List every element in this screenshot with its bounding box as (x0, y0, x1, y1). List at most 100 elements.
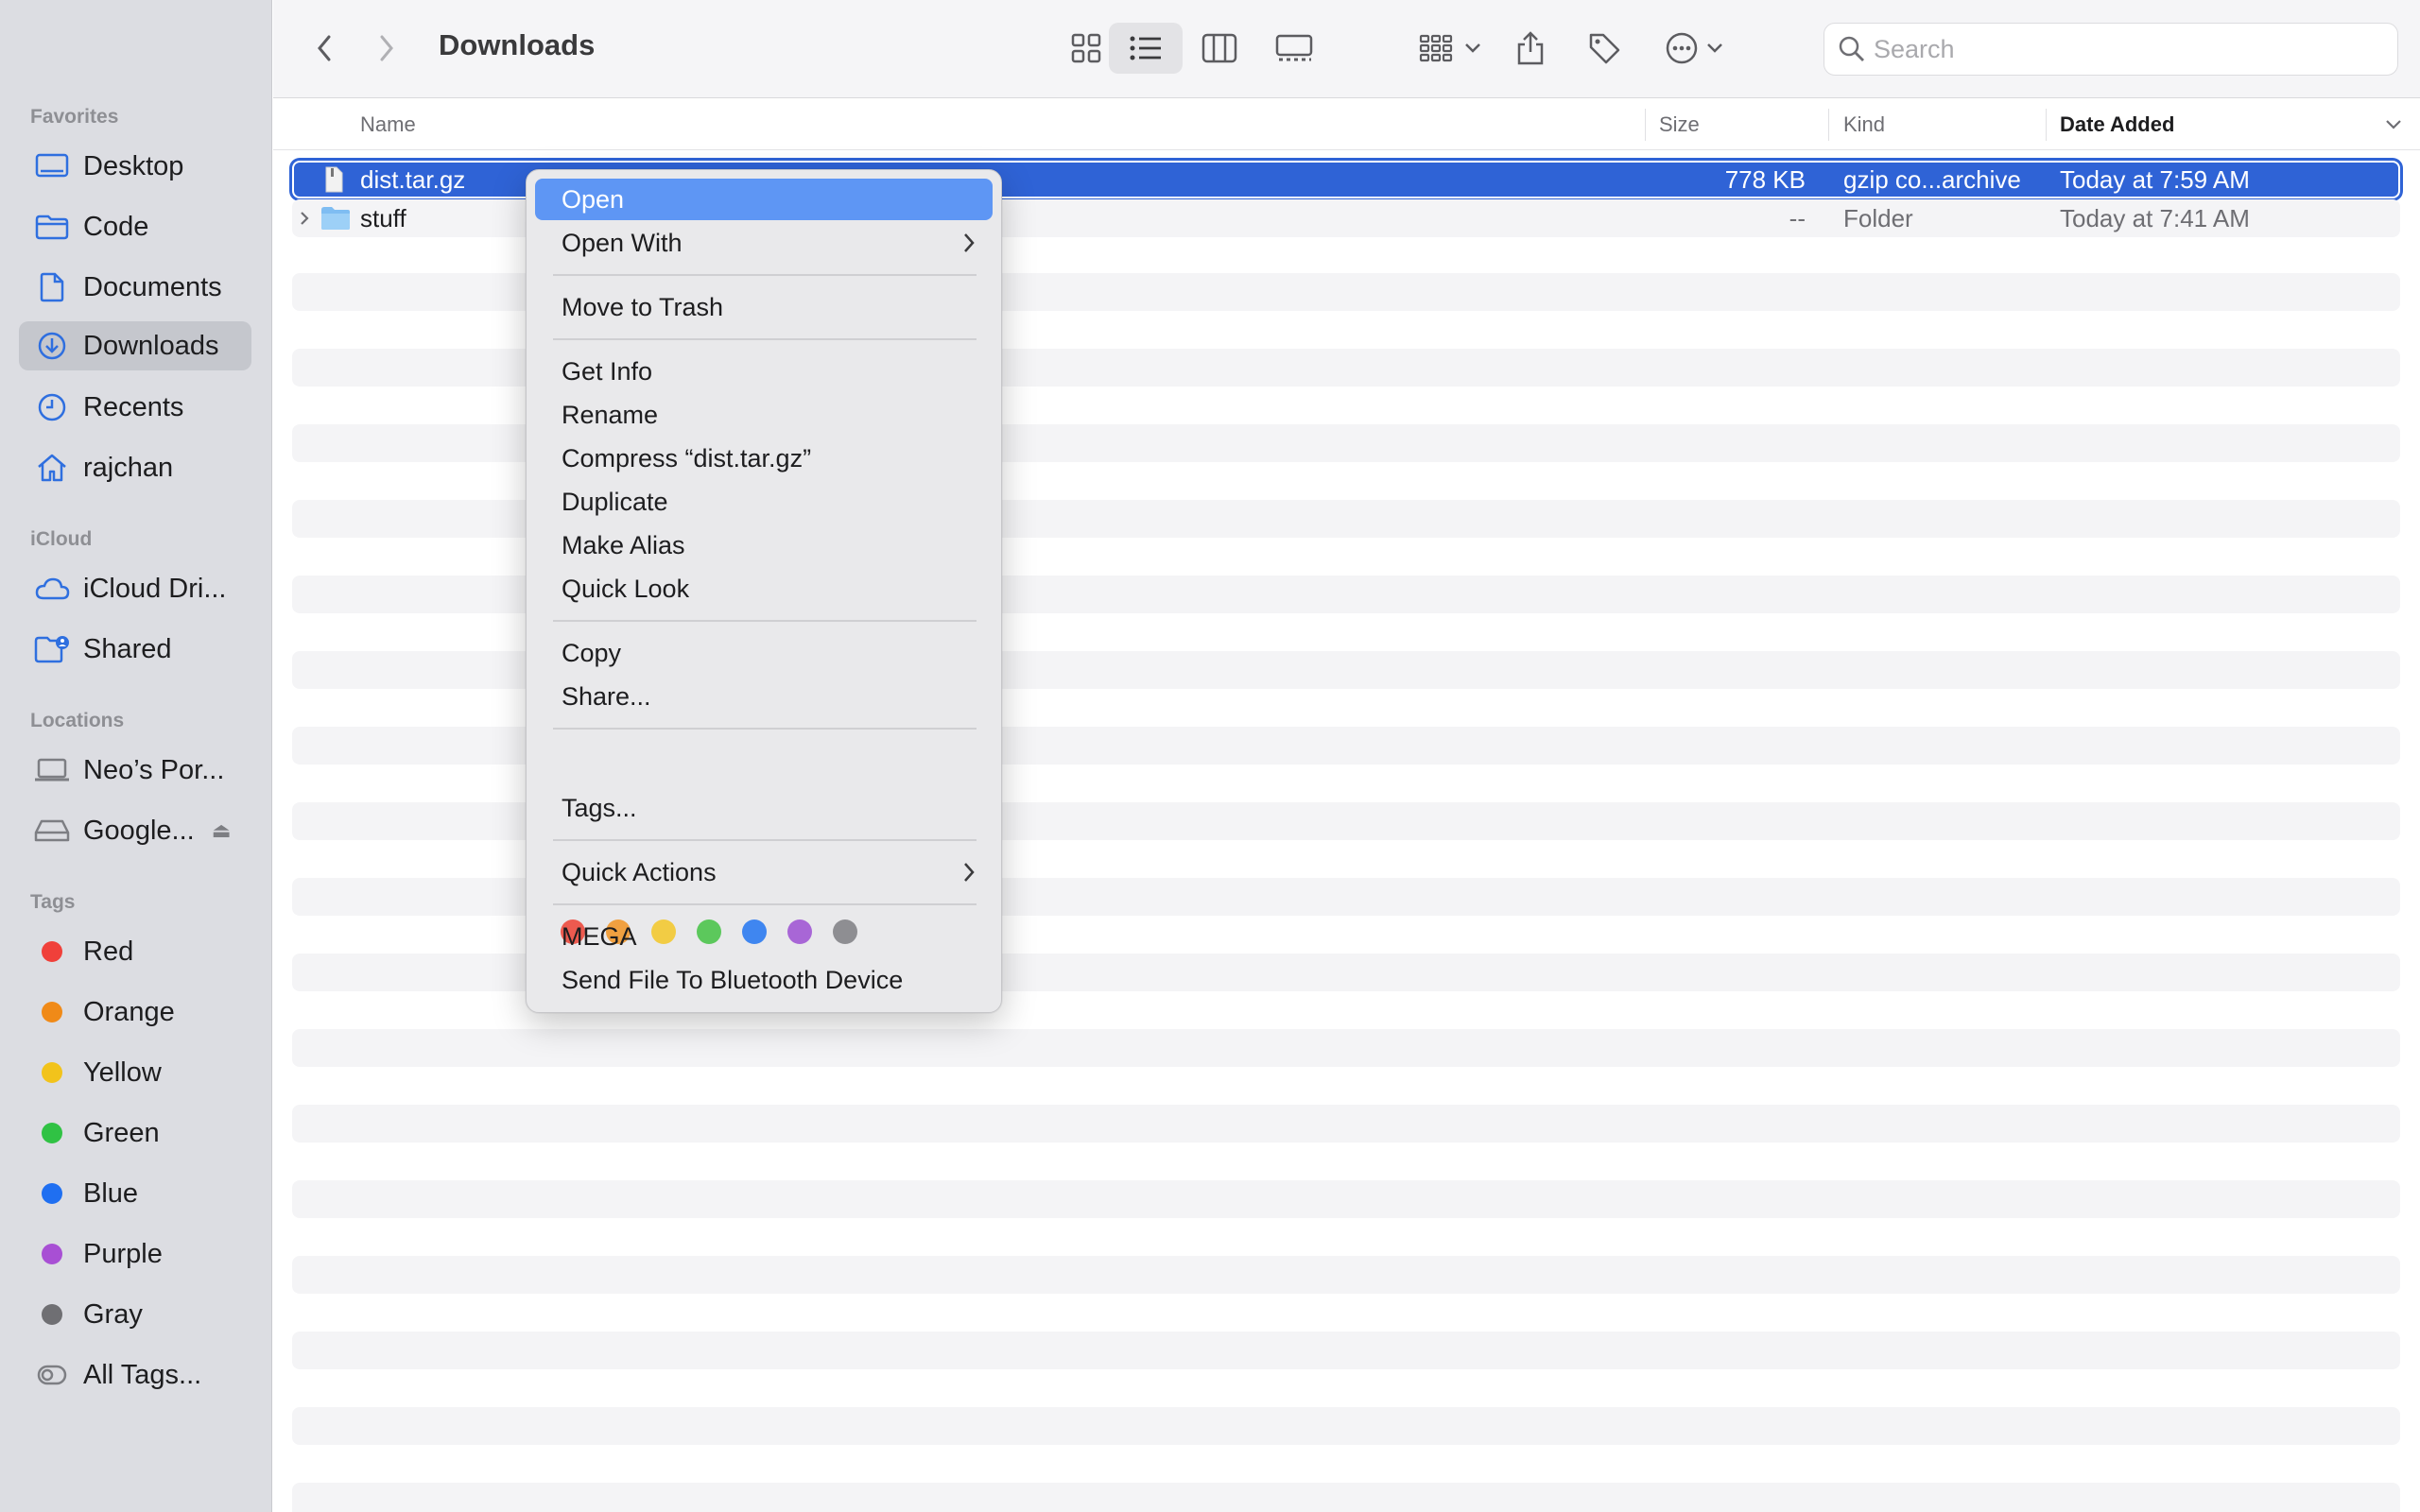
sidebar-item-label: iCloud Dri... (83, 573, 227, 604)
sidebar-item-home[interactable]: rajchan (19, 443, 251, 492)
menu-item-make-alias[interactable]: Make Alias (535, 524, 993, 566)
file-kind: gzip co...archive (1843, 164, 2021, 194)
empty-row (292, 1256, 2400, 1294)
all-tags-icon (19, 1350, 72, 1400)
sidebar-item-label: Red (83, 936, 134, 967)
sidebar-item-label: Purple (83, 1238, 163, 1269)
tag-color-icon (19, 1169, 72, 1218)
sidebar-tag-blue[interactable]: Blue (19, 1169, 251, 1218)
column-divider[interactable] (2046, 109, 2047, 141)
menu-separator (553, 274, 977, 276)
menu-item-quick-actions[interactable]: Quick Actions (535, 851, 993, 893)
sidebar-item-label: Neo’s Por... (83, 754, 225, 785)
search-field[interactable] (1824, 23, 2398, 76)
tag-color-icon (19, 988, 72, 1037)
column-kind[interactable]: Kind (1843, 99, 1885, 150)
sidebar-item-label: Orange (83, 996, 175, 1027)
menu-item-copy[interactable]: Copy (535, 632, 993, 674)
menu-item-mega[interactable]: MEGA (535, 916, 993, 957)
sidebar-tag-orange[interactable]: Orange (19, 988, 251, 1037)
column-divider[interactable] (1828, 109, 1829, 141)
sidebar-section-favorites: Favorites (30, 106, 119, 128)
search-input[interactable] (1874, 34, 2384, 64)
menu-item-open-with[interactable]: Open With (535, 222, 993, 264)
column-name[interactable]: Name (360, 99, 416, 150)
list-view-button[interactable] (1109, 23, 1183, 74)
sidebar-item-label: Documents (83, 271, 222, 302)
download-icon (19, 321, 72, 370)
group-by-button[interactable] (1408, 23, 1493, 74)
sidebar-item-label: Recents (83, 391, 184, 422)
sidebar-item-code[interactable]: Code (19, 202, 251, 251)
sidebar-section-locations: Locations (30, 710, 125, 731)
column-divider[interactable] (1645, 109, 1646, 141)
sidebar-tag-yellow[interactable]: Yellow (19, 1048, 251, 1097)
sidebar-item-label: Blue (83, 1177, 139, 1209)
sort-chevron-icon[interactable] (2385, 99, 2402, 150)
menu-item-tags[interactable]: Tags... (535, 787, 993, 829)
sidebar-item-portable[interactable]: Neo’s Por... (19, 746, 251, 795)
tag-color-icon (19, 1108, 72, 1158)
sidebar-item-icloud-drive[interactable]: iCloud Dri... (19, 564, 251, 613)
menu-item-share[interactable]: Share... (535, 676, 993, 717)
sidebar-tag-gray[interactable]: Gray (19, 1290, 251, 1339)
sidebar-tag-green[interactable]: Green (19, 1108, 251, 1158)
eject-icon[interactable]: ⏏ (212, 818, 232, 843)
group-icon (1419, 34, 1453, 62)
chevron-left-icon (318, 35, 331, 61)
sidebar-item-documents[interactable]: Documents (19, 263, 251, 312)
menu-item-compress[interactable]: Compress “dist.tar.gz” (535, 438, 993, 479)
sidebar-item-recents[interactable]: Recents (19, 383, 251, 432)
sidebar-all-tags[interactable]: All Tags... (19, 1350, 251, 1400)
tag-color-icon (19, 1290, 72, 1339)
file-date-added: Today at 7:41 AM (2060, 203, 2250, 232)
forward-button[interactable] (366, 23, 407, 74)
sidebar-item-label: All Tags... (83, 1359, 202, 1390)
column-date-added[interactable]: Date Added (2060, 99, 2174, 150)
file-name: dist.tar.gz (360, 164, 466, 194)
desktop-icon (19, 142, 72, 191)
chevron-down-icon (1707, 43, 1722, 53)
sidebar: Favorites Desktop Code Documents Downloa… (0, 0, 272, 1512)
tag-button[interactable] (1576, 23, 1633, 74)
menu-item-move-to-trash[interactable]: Move to Trash (535, 286, 993, 328)
menu-item-send-bluetooth[interactable]: Send File To Bluetooth Device (535, 959, 993, 1001)
sidebar-section-icloud: iCloud (30, 528, 93, 550)
back-button[interactable] (303, 23, 345, 74)
menu-separator (553, 338, 977, 340)
column-view-button[interactable] (1185, 23, 1253, 74)
disclosure-triangle-icon[interactable] (298, 199, 311, 237)
chevron-down-icon (1465, 43, 1480, 53)
sidebar-item-google-drive[interactable]: Google... ⏏ (19, 806, 251, 855)
sidebar-tag-purple[interactable]: Purple (19, 1229, 251, 1279)
sidebar-item-downloads[interactable]: Downloads (19, 321, 251, 370)
list-icon (1130, 36, 1161, 60)
menu-item-rename[interactable]: Rename (535, 394, 993, 436)
sidebar-item-shared[interactable]: Shared (19, 625, 251, 674)
home-icon (19, 443, 72, 492)
folder-icon (320, 199, 351, 237)
cloud-icon (19, 564, 72, 613)
menu-item-quick-look[interactable]: Quick Look (535, 568, 993, 610)
share-icon (1517, 31, 1544, 65)
empty-row (292, 1332, 2400, 1369)
sidebar-tag-red[interactable]: Red (19, 927, 251, 976)
empty-row (292, 1180, 2400, 1218)
gallery-icon (1275, 34, 1313, 61)
sidebar-item-label: rajchan (83, 452, 174, 483)
share-button[interactable] (1502, 23, 1559, 74)
empty-row (292, 1483, 2400, 1512)
menu-item-label: Open With (562, 228, 683, 257)
tag-color-icon (19, 1229, 72, 1279)
search-icon (1839, 36, 1864, 61)
sidebar-item-desktop[interactable]: Desktop (19, 142, 251, 191)
column-size[interactable]: Size (1659, 99, 1700, 150)
menu-item-open[interactable]: Open (535, 179, 993, 220)
columns-icon (1201, 33, 1237, 63)
sidebar-item-label: Code (83, 211, 149, 242)
action-menu-button[interactable] (1653, 23, 1735, 74)
gallery-view-button[interactable] (1256, 23, 1332, 74)
menu-item-duplicate[interactable]: Duplicate (535, 481, 993, 523)
menu-item-get-info[interactable]: Get Info (535, 351, 993, 392)
grid-icon (1071, 33, 1101, 63)
